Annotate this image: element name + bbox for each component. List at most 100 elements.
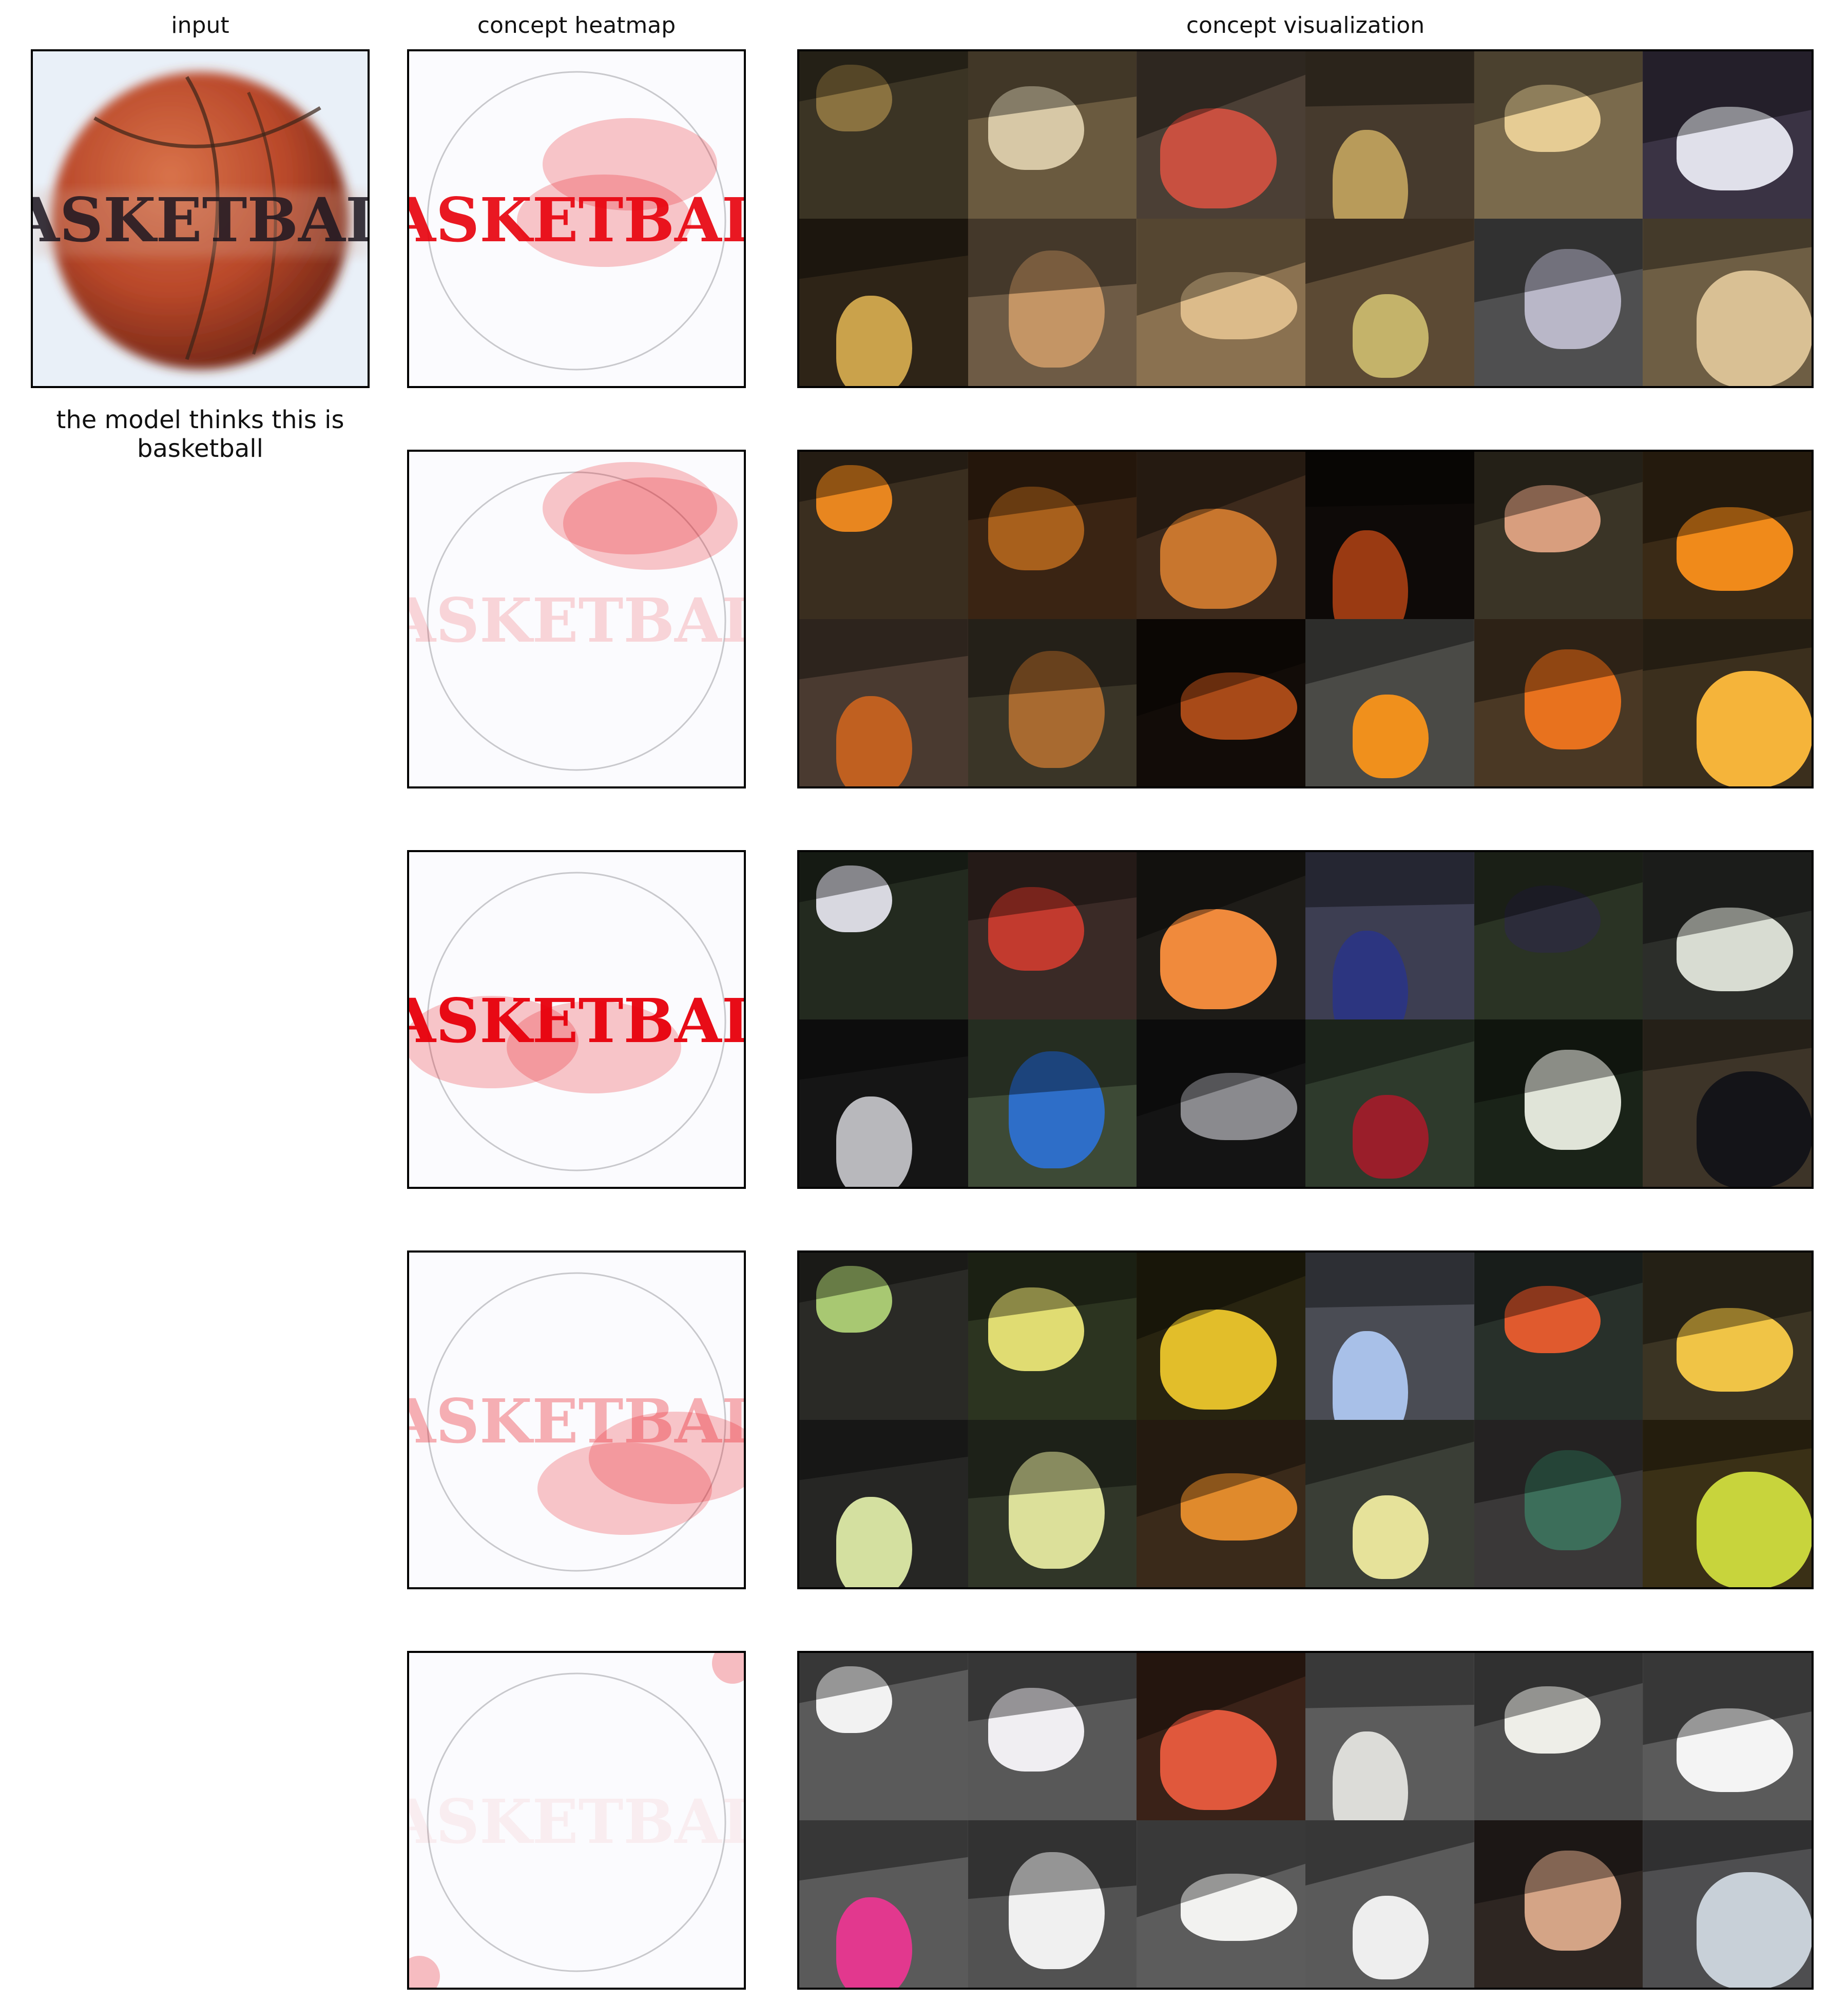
example-image-tile	[1137, 1420, 1305, 1587]
example-image-tile	[1643, 1253, 1812, 1420]
example-image-tile	[1474, 1420, 1643, 1587]
example-image-tile	[968, 1420, 1137, 1587]
highlighted-region	[1160, 508, 1277, 609]
example-image-tile	[1305, 51, 1474, 219]
example-image-tile	[1643, 1653, 1812, 1820]
example-image-tile	[1643, 619, 1812, 786]
highlighted-region	[1160, 1309, 1277, 1410]
highlighted-region	[836, 1897, 913, 1988]
input-image: ASKETBAL	[31, 49, 370, 388]
example-image-tile	[1137, 1820, 1305, 1988]
highlighted-region	[1353, 1094, 1429, 1179]
example-image-tile	[968, 619, 1137, 786]
highlighted-region	[1697, 1472, 1812, 1587]
highlighted-region	[836, 1096, 913, 1187]
example-image-tile	[1305, 1820, 1474, 1988]
visualization-column-title: concept visualization	[1186, 12, 1425, 38]
highlighted-region	[1332, 530, 1409, 619]
example-image-tile	[799, 51, 968, 219]
example-image-tile	[1137, 1653, 1305, 1820]
example-image-tile	[799, 1820, 968, 1988]
example-image-tile	[968, 1653, 1137, 1820]
heatmap-lettering: ASKETBAL	[409, 1786, 744, 1857]
example-image-tile	[1305, 452, 1474, 619]
example-image-tile	[968, 1019, 1137, 1187]
example-image-tile	[1643, 1420, 1812, 1587]
example-image-tile	[1474, 619, 1643, 786]
example-image-tile	[799, 852, 968, 1019]
example-image-tile	[799, 619, 968, 786]
example-image-tile	[1137, 452, 1305, 619]
concept-heatmap-4: ASKETBAL	[407, 1250, 746, 1589]
prediction-caption: the model thinks this is basketball	[56, 406, 344, 463]
highlighted-region	[1353, 694, 1429, 778]
example-image-tile	[1305, 1019, 1474, 1187]
example-image-tile	[1474, 1820, 1643, 1988]
example-image-tile	[1137, 619, 1305, 786]
example-image-tile	[799, 452, 968, 619]
example-image-tile	[1305, 1420, 1474, 1587]
highlighted-region	[1332, 931, 1409, 1019]
highlighted-region	[836, 295, 913, 386]
concept-heatmap-5: ASKETBAL	[407, 1651, 746, 1990]
example-image-tile	[799, 1420, 968, 1587]
heatmap-lettering: ASKETBAL	[409, 1385, 744, 1457]
example-image-tile	[968, 51, 1137, 219]
example-image-tile	[1474, 852, 1643, 1019]
concept-heatmap-2: ASKETBAL	[407, 450, 746, 788]
example-image-tile	[968, 452, 1137, 619]
example-image-tile	[968, 1253, 1137, 1420]
input-column-title: input	[171, 12, 229, 38]
highlighted-region	[1353, 294, 1429, 378]
heatmap-lettering: ASKETBAL	[409, 585, 744, 656]
highlighted-region	[1160, 1709, 1277, 1811]
example-image-tile	[1474, 1019, 1643, 1187]
example-image-tile	[1305, 219, 1474, 386]
example-image-tile	[1137, 219, 1305, 386]
highlighted-region	[836, 696, 913, 786]
example-image-tile	[1137, 852, 1305, 1019]
highlighted-region	[1353, 1495, 1429, 1579]
example-image-tile	[799, 1253, 968, 1420]
example-image-tile	[1643, 452, 1812, 619]
example-image-tile	[1305, 1653, 1474, 1820]
example-image-tile	[968, 219, 1137, 386]
example-image-tile	[1643, 219, 1812, 386]
example-image-tile	[1474, 1653, 1643, 1820]
concept-visualization-1	[797, 49, 1814, 388]
highlighted-region	[1332, 1331, 1409, 1420]
example-image-tile	[1305, 619, 1474, 786]
highlighted-region	[1353, 1895, 1429, 1979]
highlighted-region	[1697, 1872, 1812, 1988]
example-image-tile	[799, 1653, 968, 1820]
example-image-tile	[1137, 1019, 1305, 1187]
example-image-tile	[1643, 1019, 1812, 1187]
example-image-tile	[799, 1019, 968, 1187]
concept-heatmap-3: ASKETBAL	[407, 850, 746, 1189]
highlighted-region	[1697, 271, 1812, 386]
example-image-tile	[1305, 1253, 1474, 1420]
heatmap-lettering: ASKETBAL	[409, 184, 744, 256]
highlighted-region	[836, 1496, 913, 1587]
example-image-tile	[1137, 1253, 1305, 1420]
example-image-tile	[1643, 51, 1812, 219]
highlighted-region	[1332, 1731, 1409, 1820]
example-image-tile	[1137, 51, 1305, 219]
concept-visualization-5	[797, 1651, 1814, 1990]
example-image-tile	[1474, 452, 1643, 619]
ball-lettering: ASKETBAL	[33, 184, 368, 256]
example-image-tile	[1305, 852, 1474, 1019]
example-image-tile	[799, 219, 968, 386]
example-image-tile	[1643, 1820, 1812, 1988]
concept-visualization-4	[797, 1250, 1814, 1589]
example-image-tile	[968, 852, 1137, 1019]
highlighted-region	[1160, 108, 1277, 209]
example-image-tile	[1474, 219, 1643, 386]
highlighted-region	[1697, 671, 1812, 786]
highlighted-region	[1697, 1071, 1812, 1187]
example-image-tile	[968, 1820, 1137, 1988]
example-image-tile	[1474, 1253, 1643, 1420]
highlighted-region	[1160, 909, 1277, 1010]
concept-visualization-3	[797, 850, 1814, 1189]
example-image-tile	[1474, 51, 1643, 219]
